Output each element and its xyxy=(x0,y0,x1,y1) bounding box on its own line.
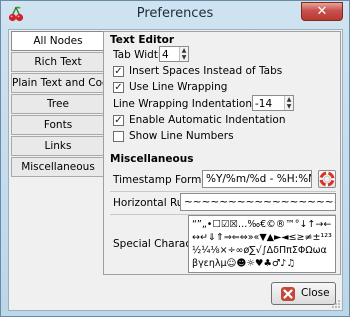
title-bar[interactable]: Preferences ✕ xyxy=(1,1,349,27)
preferences-content: All Nodes Rich Text Plain Text and Code … xyxy=(8,29,343,311)
settings-panel: Text Editor Tab Width ▲ ▼ ✓ Insert Space… xyxy=(103,31,341,275)
auto-indent-label: Enable Automatic Indentation xyxy=(129,114,286,126)
line-wrapping-checkbox[interactable]: ✓ xyxy=(113,82,124,93)
sidebar-item-tree[interactable]: Tree xyxy=(11,94,105,114)
tab-width-spinner[interactable]: ▲ ▼ xyxy=(159,46,189,62)
sidebar-item-rich-text[interactable]: Rich Text xyxy=(11,52,105,72)
insert-spaces-label: Insert Spaces Instead of Tabs xyxy=(129,65,283,77)
close-button[interactable]: Close xyxy=(271,282,336,305)
special-characters-input[interactable]: “”„•☐☑☒…‰€©®™°↓↑→←↔↵⇓⇑⇒⇐⇔»«▼▲►◄≤≥≠±¹²³½¼… xyxy=(188,215,336,273)
sidebar-item-all-nodes[interactable]: All Nodes xyxy=(11,31,105,51)
window-title: Preferences xyxy=(136,6,214,21)
lifebuoy-icon xyxy=(319,171,335,187)
timestamp-format-input[interactable]: %Y/%m/%d - %H:%M xyxy=(202,170,312,188)
separator xyxy=(110,191,336,192)
resize-grip-icon[interactable] xyxy=(331,299,341,309)
show-line-numbers-checkbox[interactable] xyxy=(113,131,124,142)
sidebar: All Nodes Rich Text Plain Text and Code … xyxy=(11,31,105,178)
miscellaneous-heading: Miscellaneous xyxy=(110,153,194,165)
preferences-window: Preferences ✕ All Nodes Rich Text Plain … xyxy=(0,0,350,317)
window-close-icon[interactable]: ✕ xyxy=(301,2,343,21)
close-button-label: Close xyxy=(301,287,330,299)
tab-width-input[interactable] xyxy=(162,48,180,61)
insert-spaces-checkbox[interactable]: ✓ xyxy=(113,66,124,77)
timestamp-format-label: Timestamp Format xyxy=(113,174,212,186)
spin-down-icon[interactable]: ▼ xyxy=(284,103,293,110)
sidebar-item-miscellaneous[interactable]: Miscellaneous xyxy=(11,157,105,177)
reset-timestamp-button[interactable] xyxy=(318,170,336,188)
close-icon xyxy=(281,287,295,301)
line-wrapping-indentation-input[interactable] xyxy=(255,97,285,110)
spin-up-icon[interactable]: ▲ xyxy=(284,96,293,103)
line-wrapping-indentation-label: Line Wrapping Indentation xyxy=(113,98,252,110)
sidebar-item-fonts[interactable]: Fonts xyxy=(11,115,105,135)
spin-up-icon[interactable]: ▲ xyxy=(179,47,188,54)
sidebar-item-links[interactable]: Links xyxy=(11,136,105,156)
auto-indent-checkbox[interactable]: ✓ xyxy=(113,115,124,126)
tab-width-label: Tab Width xyxy=(113,49,165,61)
sidebar-item-plain-text-and-code[interactable]: Plain Text and Code xyxy=(11,73,105,93)
line-wrapping-label: Use Line Wrapping xyxy=(129,81,228,93)
line-wrapping-indentation-spinner[interactable]: ▲ ▼ xyxy=(252,95,294,111)
text-editor-heading: Text Editor xyxy=(110,34,175,46)
horizontal-rule-input[interactable]: ~~~~~~~~~~~~~~~~~~~~~~~~~~~~~~~~~~~ xyxy=(180,193,336,211)
show-line-numbers-label: Show Line Numbers xyxy=(129,130,234,142)
spin-down-icon[interactable]: ▼ xyxy=(179,54,188,61)
